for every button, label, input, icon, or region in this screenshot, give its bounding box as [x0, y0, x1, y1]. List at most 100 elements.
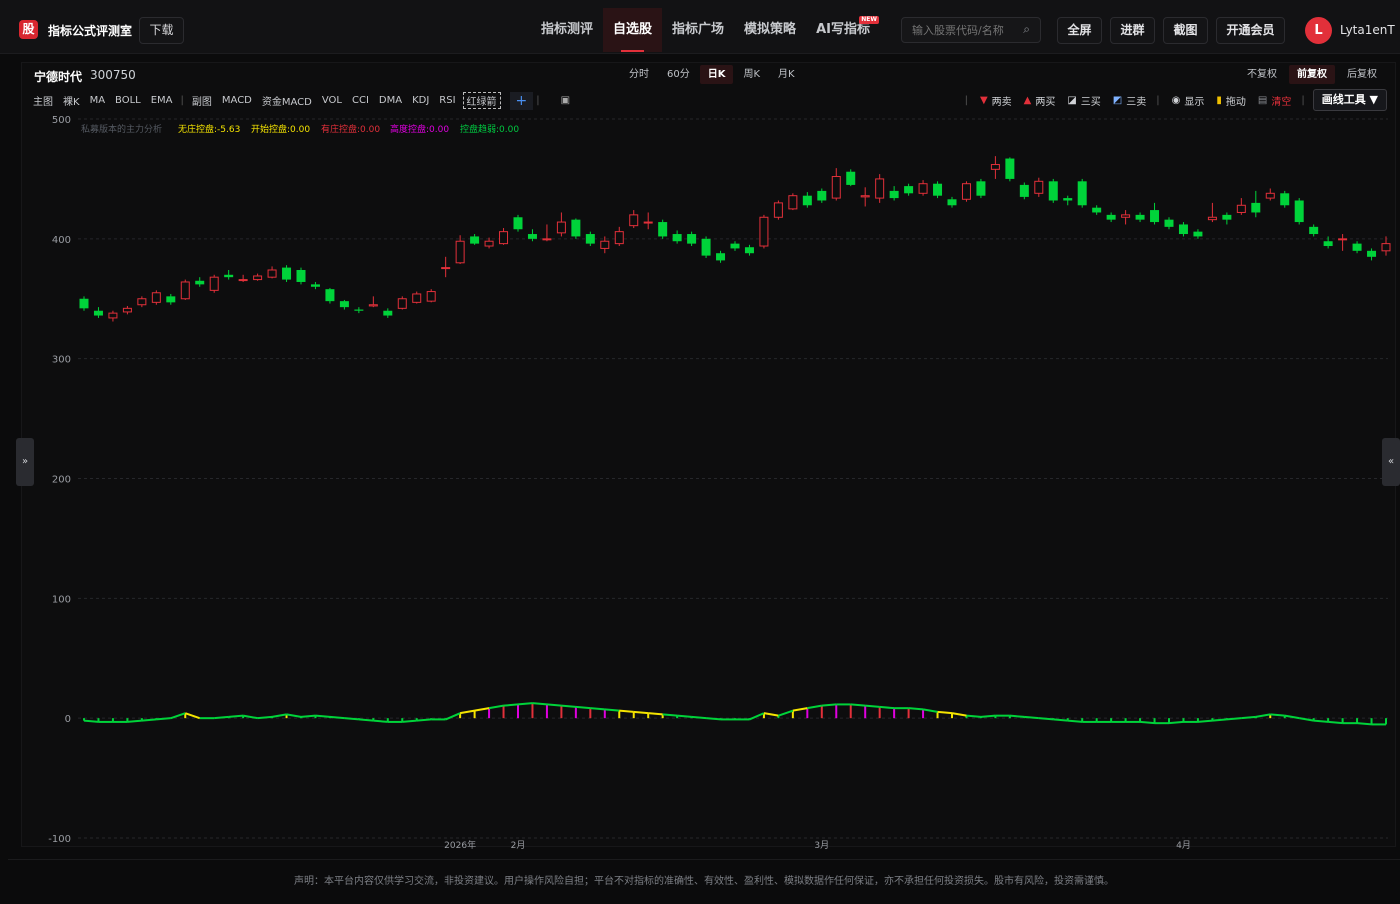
indicator-line: [474, 707, 490, 712]
candle-body: [209, 276, 219, 291]
candle-body: [1048, 181, 1058, 201]
candle: [571, 218, 581, 239]
candle-body: [817, 190, 827, 201]
candle-body: [1309, 226, 1319, 235]
candle: [1034, 177, 1044, 197]
indicator-line: [315, 714, 331, 718]
indicator-line: [503, 703, 519, 707]
candle: [802, 192, 812, 208]
control-indicator-series: [83, 702, 1387, 726]
candle-body: [137, 298, 147, 306]
candle: [412, 291, 422, 304]
candle: [614, 226, 624, 247]
candle-body: [990, 164, 1000, 170]
candle: [730, 241, 740, 251]
y-tick-label: 100: [52, 594, 71, 605]
y-tick-label: 400: [52, 235, 71, 246]
indicator-line: [1255, 713, 1271, 718]
candle: [990, 156, 1000, 179]
candle-body: [759, 216, 769, 247]
candle: [1019, 182, 1029, 200]
indicator-line: [1328, 720, 1343, 725]
chart-legend: 私募版本的主力分析 无庄控盘:-5.63 开始控盘:0.00 有庄控盘:0.00 高度控…: [81, 123, 519, 135]
candle: [339, 299, 349, 310]
candle-body: [1265, 192, 1275, 199]
candle-body: [499, 231, 509, 245]
indicator-line: [1009, 714, 1025, 718]
candle-body: [687, 234, 697, 244]
candle-body: [730, 243, 740, 249]
candle: [672, 230, 682, 244]
candle: [513, 214, 523, 232]
indicator-line: [1241, 715, 1256, 720]
indicator-line: [648, 712, 663, 716]
candle: [180, 279, 190, 300]
y-tick-label: 300: [52, 355, 71, 366]
candle-body: [600, 240, 610, 249]
indicator-line: [1168, 720, 1184, 725]
indicator-line: [286, 713, 302, 718]
candle: [889, 186, 899, 201]
candle: [1150, 202, 1160, 225]
candle: [383, 308, 393, 318]
candle: [976, 178, 986, 199]
indicator-line: [488, 704, 504, 710]
candle: [1280, 190, 1290, 208]
candle-body: [629, 214, 639, 227]
kline-chart[interactable]: 500 400 300 200 100 0 -100 2026年 2月 3月 4月 私募版本的主力…: [0, 0, 1400, 900]
candle: [643, 212, 653, 230]
indicator-line: [257, 715, 273, 720]
candle-body: [889, 190, 899, 199]
candle-body: [1222, 214, 1232, 220]
indicator-line: [1212, 718, 1227, 722]
candle-body: [1121, 214, 1131, 218]
indicator-line: [951, 712, 967, 717]
candle: [918, 180, 928, 196]
candle: [1092, 205, 1102, 215]
indicator-line: [156, 717, 171, 721]
candle-body: [831, 176, 841, 199]
indicator-line: [850, 703, 866, 707]
candle-body: [151, 292, 161, 303]
candle-body: [614, 231, 624, 245]
candle: [947, 196, 957, 208]
candle-body: [166, 296, 176, 303]
indicator-line: [662, 713, 678, 717]
candle-body: [933, 183, 943, 196]
expand-right-panel-button[interactable]: «: [1382, 438, 1400, 486]
indicator-line: [1299, 717, 1314, 722]
candle: [831, 168, 841, 201]
indicator-line: [228, 714, 244, 718]
indicator-line: [546, 703, 562, 707]
candle-body: [1367, 250, 1377, 257]
indicator-line: [691, 715, 707, 720]
candle: [354, 307, 364, 314]
candle: [658, 219, 668, 239]
indicator-line: [575, 705, 591, 710]
candle: [1178, 222, 1188, 237]
candle-body: [455, 240, 465, 264]
candle-body: [180, 281, 190, 300]
candle-body: [1381, 243, 1391, 252]
candle: [253, 273, 263, 281]
candle-body: [904, 186, 914, 194]
indicator-line: [141, 718, 157, 722]
candle-body: [1294, 200, 1304, 223]
candle: [1048, 178, 1058, 203]
expand-left-panel-button[interactable]: »: [16, 438, 34, 486]
candle-body: [527, 234, 537, 239]
candle: [93, 307, 103, 318]
indicator-line: [1197, 719, 1213, 723]
indicator-line: [619, 709, 634, 713]
candle-body: [961, 183, 971, 200]
candle-body: [1280, 193, 1290, 206]
candle: [79, 296, 89, 311]
indicator-line: [1139, 720, 1155, 725]
candle-body: [802, 195, 812, 206]
candle-body: [1150, 210, 1160, 223]
legend-title: 私募版本的主力分析: [81, 123, 162, 135]
candle: [1323, 236, 1333, 249]
candle: [108, 310, 118, 322]
candle: [1164, 217, 1174, 230]
indicator-line: [561, 704, 576, 708]
